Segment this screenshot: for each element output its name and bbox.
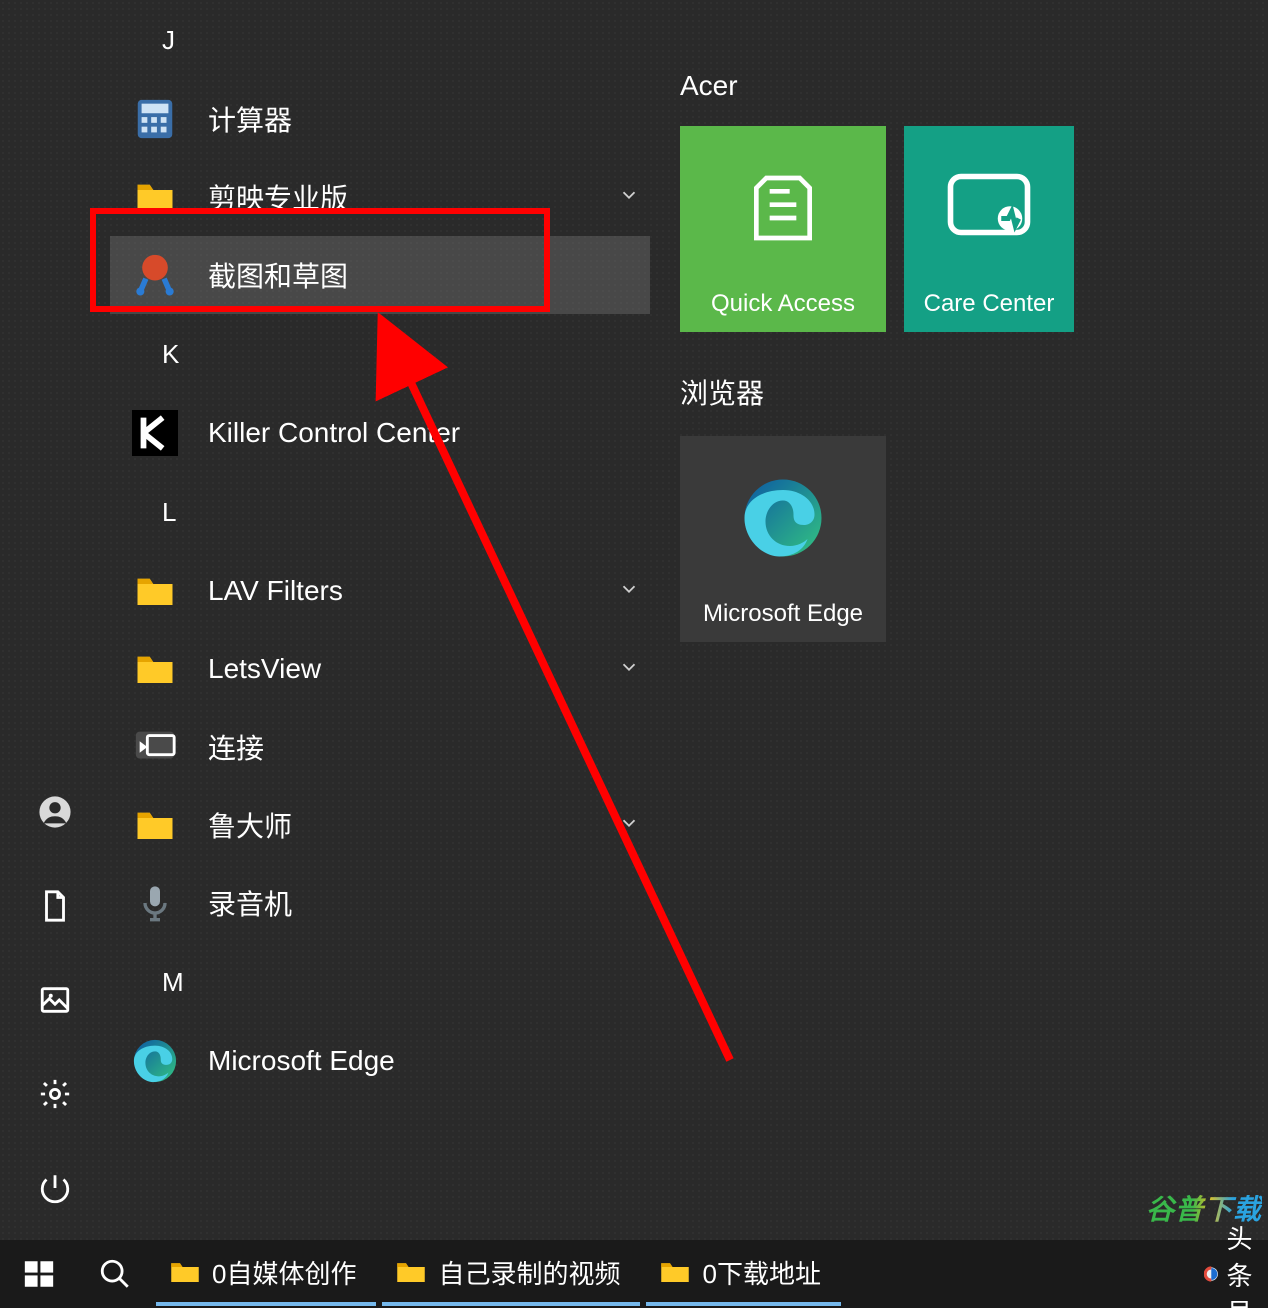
folder-icon: [130, 172, 180, 222]
app-item-killer[interactable]: Killer Control Center: [110, 394, 670, 472]
app-item-calculator[interactable]: 计算器: [110, 80, 670, 158]
app-item-lavfilters[interactable]: LAV Filters: [110, 552, 670, 630]
edge-icon: [130, 1036, 180, 1086]
tile-group-title-browser[interactable]: 浏览器: [680, 372, 1268, 412]
chevron-down-icon: [618, 181, 640, 213]
pictures-icon: [38, 983, 72, 1017]
account-button[interactable]: [33, 790, 77, 834]
search-icon: [98, 1257, 132, 1291]
chevron-down-icon: [618, 575, 640, 607]
tile-label: Care Center: [924, 290, 1055, 318]
letter-header-k[interactable]: K: [110, 314, 670, 394]
settings-button[interactable]: [33, 1072, 77, 1116]
app-label: 鲁大师: [208, 805, 292, 845]
taskbar-label: 自己录制的视频: [438, 1254, 620, 1291]
killer-icon: [130, 408, 180, 458]
app-item-connect[interactable]: 连接: [110, 708, 670, 786]
snip-icon: [130, 250, 180, 300]
app-item-ludashi[interactable]: 鲁大师: [110, 786, 670, 864]
start-app-list[interactable]: J 计算器 剪映专业版: [110, 0, 670, 1240]
connect-icon: [130, 722, 180, 772]
start-left-rail: [0, 0, 110, 1240]
app-label: Microsoft Edge: [208, 1045, 395, 1077]
app-label: 连接: [208, 727, 264, 767]
app-label: 截图和草图: [208, 255, 348, 295]
tile-label: Microsoft Edge: [703, 600, 863, 628]
chevron-down-icon: [618, 653, 640, 685]
app-label: 剪映专业版: [208, 177, 348, 217]
carecenter-icon: [947, 126, 1031, 290]
folder-icon: [130, 800, 180, 850]
taskbar-label: 0下载地址: [702, 1254, 820, 1291]
tile-care-center[interactable]: Care Center: [904, 126, 1074, 332]
documents-icon: [38, 889, 72, 923]
app-item-edge[interactable]: Microsoft Edge: [110, 1022, 670, 1100]
recorder-icon: [130, 878, 180, 928]
folder-icon: [396, 1259, 426, 1285]
start-menu: J 计算器 剪映专业版: [0, 0, 1268, 1240]
tile-quick-access[interactable]: Quick Access: [680, 126, 886, 332]
taskbar-folder-3[interactable]: 0下载地址: [646, 1242, 840, 1306]
quickaccess-icon: [743, 126, 823, 290]
pictures-button[interactable]: [33, 978, 77, 1022]
taskbar-search[interactable]: [80, 1240, 150, 1308]
taskbar-folder-1[interactable]: 0自媒体创作: [156, 1242, 376, 1306]
windows-icon: [22, 1257, 56, 1291]
app-label: Killer Control Center: [208, 417, 460, 449]
calculator-icon: [130, 94, 180, 144]
app-item-snip[interactable]: 截图和草图: [110, 236, 650, 314]
app-label: LetsView: [208, 653, 321, 685]
app-label: 录音机: [208, 883, 292, 923]
letter-header-l[interactable]: L: [110, 472, 670, 552]
taskbar-label: 0自媒体创作: [212, 1254, 356, 1291]
letter-header-m[interactable]: M: [110, 942, 670, 1022]
power-icon: [38, 1171, 72, 1205]
tile-label: Quick Access: [711, 290, 855, 318]
folder-icon: [130, 566, 180, 616]
chevron-down-icon: [618, 809, 640, 841]
app-item-letsview[interactable]: LetsView: [110, 630, 670, 708]
tile-group-title-acer[interactable]: Acer: [680, 70, 1268, 102]
account-icon: [38, 795, 72, 829]
tile-edge[interactable]: Microsoft Edge: [680, 436, 886, 642]
taskbar-folder-2[interactable]: 自己录制的视频: [382, 1242, 640, 1306]
taskbar-label: 头条号: [1227, 1219, 1258, 1308]
app-item-recorder[interactable]: 录音机: [110, 864, 670, 942]
edge-icon: [741, 436, 825, 600]
app-label: LAV Filters: [208, 575, 343, 607]
folder-icon: [130, 644, 180, 694]
documents-button[interactable]: [33, 884, 77, 928]
start-button[interactable]: [4, 1240, 74, 1308]
app-item-jianying[interactable]: 剪映专业版: [110, 158, 670, 236]
letter-header-j[interactable]: J: [110, 0, 670, 80]
taskbar: 0自媒体创作 自己录制的视频 0下载地址 头条号: [0, 1240, 1268, 1308]
folder-icon: [170, 1259, 200, 1285]
settings-icon: [38, 1077, 72, 1111]
start-tiles: Acer Quick Access: [670, 0, 1268, 1240]
folder-icon: [660, 1259, 690, 1285]
power-button[interactable]: [33, 1166, 77, 1210]
taskbar-app-toutiao[interactable]: 头条号: [1204, 1240, 1268, 1308]
app-label: 计算器: [208, 99, 292, 139]
toutiao-icon: [1204, 1256, 1219, 1292]
